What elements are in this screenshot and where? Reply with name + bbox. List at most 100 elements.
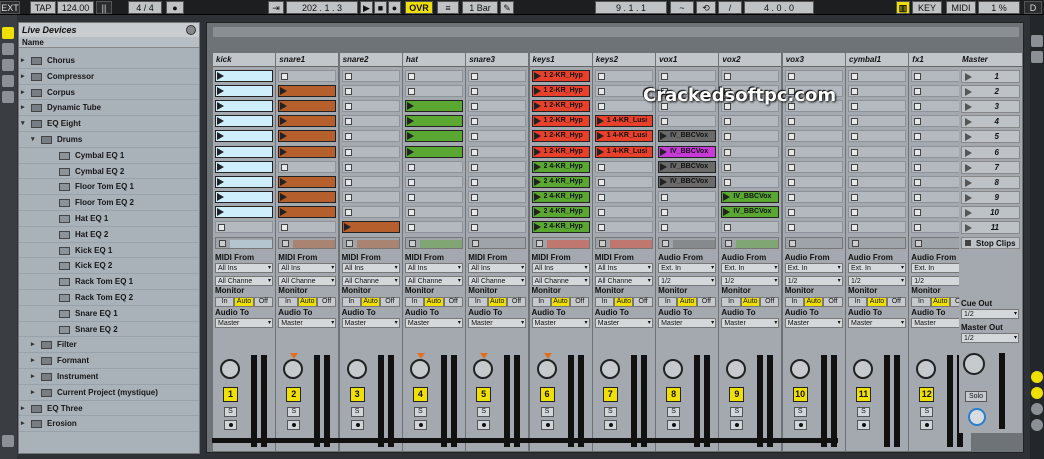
pan-knob[interactable] [346, 359, 367, 379]
clip-slot[interactable] [784, 145, 843, 158]
clip[interactable] [215, 70, 273, 82]
clip[interactable] [215, 145, 273, 158]
clip-slot[interactable] [594, 70, 653, 82]
monitor-off-button[interactable]: Off [633, 297, 653, 307]
monitor-auto-button[interactable]: Auto [550, 297, 571, 307]
track-stop-button[interactable] [341, 237, 400, 249]
solo-button[interactable]: S [730, 407, 744, 417]
clip-play-icon[interactable] [533, 87, 541, 96]
clip[interactable] [404, 100, 463, 113]
monitor-auto-button[interactable]: Auto [740, 297, 761, 307]
clip-play-icon[interactable] [406, 117, 414, 126]
clip-slot[interactable] [721, 130, 780, 143]
clip-play-icon[interactable] [280, 207, 288, 216]
browser-item[interactable]: ▾ EQ Eight [19, 116, 199, 132]
output-select[interactable]: Master [658, 318, 717, 328]
disclosure-icon[interactable]: ▸ [21, 69, 25, 85]
track-activator-button[interactable]: 7 [602, 387, 618, 402]
track-title[interactable]: vox1 [656, 53, 719, 67]
clip[interactable] [341, 221, 400, 233]
clip[interactable] [278, 190, 337, 203]
clip-play-icon[interactable] [660, 177, 668, 186]
output-select[interactable]: Master [784, 318, 843, 328]
clip-slot[interactable] [721, 160, 780, 173]
solo-button[interactable]: S [857, 407, 870, 417]
punch-in-icon[interactable]: ~ [670, 1, 694, 14]
monitor-in-button[interactable]: In [215, 297, 235, 307]
clip[interactable]: 1 2-KR_Hyp [531, 115, 590, 128]
clip-play-icon[interactable] [217, 192, 224, 201]
clip-play-icon[interactable] [280, 102, 288, 111]
browser-item[interactable]: ▸ Corpus [19, 85, 199, 101]
arrangement-view-icon[interactable] [1031, 51, 1043, 63]
clip[interactable]: 2 4-KR_Hyp [531, 205, 590, 218]
stop-all-clips-button[interactable]: Stop Clips [961, 237, 1020, 249]
clip[interactable] [215, 115, 273, 128]
monitor-auto-button[interactable]: Auto [297, 297, 317, 307]
input-source-select[interactable]: Ext. In [658, 263, 717, 273]
clip-play-icon[interactable] [280, 117, 288, 126]
input-source-select[interactable]: Ext. In [721, 263, 780, 273]
disclosure-icon[interactable]: ▾ [21, 116, 25, 132]
master-out-select[interactable]: 1/2 [961, 333, 1019, 343]
clip[interactable]: IV_BBCVox [721, 190, 780, 203]
clip-play-icon[interactable] [723, 192, 731, 201]
pan-knob[interactable] [220, 359, 240, 379]
clip-slot[interactable] [404, 221, 463, 233]
pan-knob[interactable] [536, 359, 557, 379]
clip-slot[interactable] [784, 190, 843, 203]
file-browser-3-icon[interactable] [2, 91, 14, 103]
clip-slot[interactable] [404, 205, 463, 218]
clip-slot[interactable] [468, 205, 527, 218]
clip-slot[interactable] [594, 190, 653, 203]
loop-start-field[interactable]: 9 . 1 . 1 [595, 1, 667, 14]
monitor-auto-button[interactable]: Auto [234, 297, 254, 307]
input-source-select[interactable]: All Ins [468, 263, 527, 273]
track-activator-button[interactable]: 11 [856, 387, 871, 402]
clip[interactable] [278, 100, 337, 113]
solo-button[interactable]: S [224, 407, 237, 417]
quantize-select[interactable]: 1 Bar [462, 1, 498, 14]
clip-slot[interactable] [404, 175, 463, 188]
track-title[interactable]: vox3 [782, 53, 845, 67]
monitor-off-button[interactable]: Off [253, 297, 273, 307]
solo-button[interactable]: S [413, 407, 427, 417]
browser-item[interactable]: Hat EQ 2 [19, 227, 199, 243]
output-select[interactable]: Master [531, 318, 590, 328]
solo-button[interactable]: S [793, 407, 807, 417]
monitor-in-button[interactable]: In [594, 297, 615, 307]
solo-button[interactable]: S [540, 407, 554, 417]
pan-knob[interactable] [663, 359, 684, 379]
clip-slot[interactable] [848, 145, 906, 158]
disclosure-icon[interactable]: ▾ [31, 132, 35, 148]
clip-play-icon[interactable] [343, 223, 351, 231]
clip-play-icon[interactable] [280, 147, 288, 156]
clip-slot[interactable] [341, 175, 400, 188]
clip[interactable] [278, 205, 337, 218]
clip[interactable] [404, 145, 463, 158]
clip-slot[interactable] [341, 85, 400, 98]
clip-play-icon[interactable] [596, 132, 604, 141]
track-stop-button[interactable] [721, 237, 780, 249]
clip-play-icon[interactable] [217, 132, 224, 141]
browser-item[interactable]: Floor Tom EQ 2 [19, 195, 199, 211]
io-toggle-icon[interactable] [1031, 371, 1043, 383]
track-title[interactable]: hat [402, 53, 465, 67]
clip[interactable]: 2 4-KR_Hyp [531, 221, 590, 233]
clip-slot[interactable] [278, 221, 337, 233]
clip-slot[interactable] [848, 130, 906, 143]
scene-launch-button[interactable]: 5 [961, 130, 1020, 144]
disclosure-icon[interactable]: ▸ [31, 353, 35, 369]
clip-play-icon[interactable] [406, 132, 414, 141]
monitor-off-button[interactable]: Off [506, 297, 527, 307]
song-position-field[interactable]: 202 . 1 . 3 [286, 1, 358, 14]
clip-play-icon[interactable] [533, 147, 541, 156]
disclosure-icon[interactable]: ▸ [21, 401, 25, 417]
follow-icon[interactable]: ⇥ [268, 1, 284, 14]
track-stop-button[interactable] [658, 237, 717, 249]
clip-slot[interactable] [594, 160, 653, 173]
browser-item[interactable]: Kick EQ 2 [19, 258, 199, 275]
clip[interactable] [215, 100, 273, 113]
clip-slot[interactable] [658, 190, 717, 203]
monitor-in-button[interactable]: In [404, 297, 425, 307]
